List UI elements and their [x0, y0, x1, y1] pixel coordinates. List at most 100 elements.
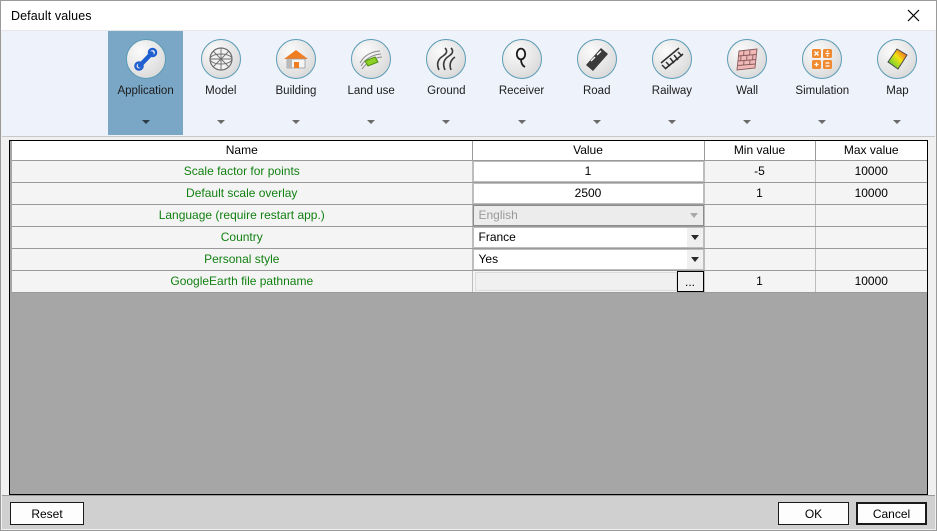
close-icon[interactable]	[890, 1, 936, 30]
ribbon-label: Land use	[347, 85, 395, 97]
select-value: Yes	[478, 252, 499, 266]
window-title: Default values	[11, 8, 92, 23]
cancel-button[interactable]: Cancel	[856, 502, 927, 525]
chevron-down-icon[interactable]	[216, 120, 225, 124]
row-name: Personal style	[12, 248, 473, 271]
rainbow-map-icon	[877, 39, 918, 79]
ribbon-label: Model	[205, 85, 237, 97]
row-max: 10000	[815, 160, 927, 183]
chevron-down-icon[interactable]	[685, 227, 703, 247]
row-name: Scale factor for points	[12, 160, 473, 183]
googleearth-path-field-group[interactable]: ...	[472, 270, 704, 292]
ribbon-label: Road	[582, 85, 611, 97]
table-row[interactable]: Scale factor for points 1 -5 10000	[12, 160, 927, 183]
googleearth-path-input[interactable]	[474, 271, 677, 291]
ribbon-item-receiver[interactable]: Receiver	[484, 31, 559, 135]
ribbon-item-land-use[interactable]: Land use	[334, 31, 409, 135]
ribbon-item-application[interactable]: Application	[108, 31, 184, 135]
ribbon-label: Application	[117, 85, 174, 97]
table-row[interactable]: Language (require restart app.) English	[12, 204, 927, 227]
column-header-min[interactable]: Min value	[704, 141, 816, 161]
table-row[interactable]: Personal style Yes	[12, 248, 927, 271]
ribbon-item-road[interactable]: Road	[559, 31, 634, 135]
chevron-down-icon[interactable]	[818, 120, 827, 124]
column-header-name[interactable]: Name	[12, 141, 473, 161]
ribbon-item-model[interactable]: Model	[183, 31, 258, 135]
ribbon-toolbar: Application Model Building Land use Grou…	[2, 31, 935, 137]
chevron-down-icon	[685, 205, 703, 225]
select-value: France	[478, 230, 516, 244]
ribbon-item-wall[interactable]: Wall	[710, 31, 785, 135]
land-patch-icon	[351, 39, 392, 79]
ribbon-item-building[interactable]: Building	[258, 31, 333, 135]
language-select: English	[472, 204, 704, 226]
ribbon-label: Receiver	[498, 85, 545, 97]
row-value-cell[interactable]: France	[472, 226, 705, 249]
table-header-row: Name Value Min value Max value	[12, 141, 927, 161]
row-min	[704, 248, 816, 271]
ribbon-label: Ground	[427, 85, 466, 97]
chevron-down-icon[interactable]	[893, 120, 902, 124]
chevron-down-icon[interactable]	[592, 120, 601, 124]
ribbon-item-map[interactable]: Map	[860, 31, 935, 135]
row-value-cell: English	[472, 204, 705, 227]
row-min: 1	[704, 270, 816, 293]
table-row[interactable]: GoogleEarth file pathname ... 1 10000	[12, 270, 927, 293]
ribbon-item-simulation[interactable]: Simulation	[785, 31, 860, 135]
select-value: English	[478, 208, 518, 222]
ribbon-label: Wall	[736, 85, 759, 97]
row-value-cell[interactable]: Yes	[472, 248, 705, 271]
chevron-down-icon[interactable]	[291, 120, 300, 124]
wrench-icon	[125, 39, 166, 79]
railway-icon	[651, 39, 692, 79]
value-input[interactable]: 2500	[472, 182, 704, 204]
ribbon-item-railway[interactable]: Railway	[634, 31, 709, 135]
table-row[interactable]: Default scale overlay 2500 1 10000	[12, 182, 927, 205]
chevron-down-icon[interactable]	[141, 120, 150, 124]
row-name: Language (require restart app.)	[12, 204, 473, 227]
table-row[interactable]: Country France	[12, 226, 927, 249]
column-header-value[interactable]: Value	[472, 141, 705, 161]
default-values-grid: Name Value Min value Max value Scale fac…	[9, 140, 928, 495]
road-icon	[576, 39, 617, 79]
row-value-cell[interactable]: 1	[472, 160, 705, 183]
calculator-icon	[802, 39, 843, 79]
row-value-cell[interactable]: ...	[472, 270, 705, 293]
chevron-down-icon[interactable]	[685, 249, 703, 269]
mesh-globe-icon	[200, 39, 241, 79]
ribbon-item-ground[interactable]: Ground	[409, 31, 484, 135]
receiver-pin-icon	[501, 39, 542, 79]
row-min	[704, 226, 816, 249]
reset-button[interactable]: Reset	[10, 502, 84, 525]
row-value-cell[interactable]: 2500	[472, 182, 705, 205]
row-name: Default scale overlay	[12, 182, 473, 205]
chevron-down-icon[interactable]	[367, 120, 376, 124]
value-input[interactable]: 1	[472, 160, 704, 182]
dialog-footer: Reset OK Cancel	[2, 495, 935, 529]
brick-wall-icon	[727, 39, 768, 79]
ribbon-label: Building	[275, 85, 317, 97]
row-min	[704, 204, 816, 227]
chevron-down-icon[interactable]	[517, 120, 526, 124]
column-header-max[interactable]: Max value	[815, 141, 927, 161]
contour-icon	[426, 39, 467, 79]
ok-button[interactable]: OK	[778, 502, 849, 525]
ribbon-label: Simulation	[795, 85, 850, 97]
country-select[interactable]: France	[472, 226, 704, 248]
browse-button[interactable]: ...	[676, 270, 704, 292]
row-name: GoogleEarth file pathname	[12, 270, 473, 293]
row-max: 10000	[815, 182, 927, 205]
row-max	[815, 248, 927, 271]
row-min: 1	[704, 182, 816, 205]
chevron-down-icon[interactable]	[442, 120, 451, 124]
title-bar: Default values	[1, 1, 936, 31]
personal-style-select[interactable]: Yes	[472, 248, 704, 270]
row-min: -5	[704, 160, 816, 183]
row-max	[815, 204, 927, 227]
ribbon-label: Map	[886, 85, 909, 97]
chevron-down-icon[interactable]	[743, 120, 752, 124]
chevron-down-icon[interactable]	[667, 120, 676, 124]
house-icon	[275, 39, 316, 79]
ribbon-label: Railway	[651, 85, 693, 97]
row-max: 10000	[815, 270, 927, 293]
